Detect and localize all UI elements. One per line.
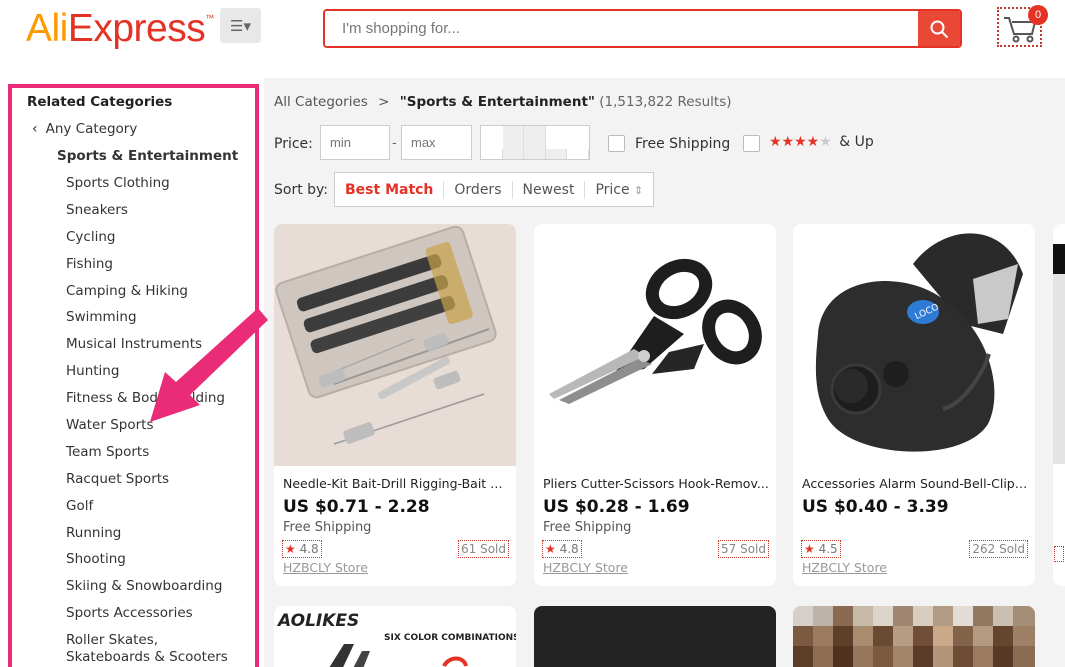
sidebar-item-hunting[interactable]: Hunting	[66, 363, 256, 390]
price-dash: -	[392, 136, 397, 151]
product-shipping: Free Shipping	[283, 520, 372, 535]
product-card-partial[interactable]	[1053, 224, 1065, 586]
sidebar-item-musical-instruments[interactable]: Musical Instruments	[66, 336, 256, 363]
product-title[interactable]: Needle-Kit Bait-Drill Rigging-Bait St...	[283, 476, 509, 491]
free-shipping-checkbox[interactable]	[608, 135, 625, 152]
search-icon	[930, 20, 948, 38]
product-rating: ★ 4.8	[542, 540, 582, 558]
star-icon: ★	[285, 542, 296, 556]
product-card-row2[interactable]	[534, 606, 776, 667]
product-image[interactable]: AOLIKES SIX COLOR COMBINATIONS	[274, 606, 516, 667]
sidebar-item-roller-skates[interactable]: Roller Skates, Skateboards & Scooters	[66, 632, 236, 665]
price-histogram[interactable]	[480, 125, 590, 160]
current-category[interactable]: Sports & Entertainment	[57, 148, 238, 164]
product-title[interactable]: Accessories Alarm Sound-Bell-Clip ...	[802, 476, 1028, 491]
product-rating-value: 4.8	[559, 542, 579, 556]
product-card-row2[interactable]: AOLIKES SIX COLOR COMBINATIONS	[274, 606, 516, 667]
sidebar-item-golf[interactable]: Golf	[66, 498, 256, 525]
sidebar-item-water-sports[interactable]: Water Sports	[66, 417, 256, 444]
product-image[interactable]	[274, 224, 516, 466]
breadcrumb-separator: >	[378, 94, 390, 110]
sidebar-item-running[interactable]: Running	[66, 525, 256, 552]
sidebar-item-sneakers[interactable]: Sneakers	[66, 202, 256, 229]
sidebar-item-fishing[interactable]: Fishing	[66, 256, 256, 283]
product-card[interactable]: LOCO Accessories Alarm Sound-Bell-Clip .…	[793, 224, 1035, 586]
menu-button[interactable]: ☰▾	[220, 8, 261, 43]
product-card[interactable]: Pliers Cutter-Scissors Hook-Remov... US …	[534, 224, 776, 586]
rating-suffix: & Up	[839, 134, 874, 150]
rating-stars-on: ★★★★	[769, 134, 820, 150]
search-input[interactable]	[325, 11, 918, 46]
rating-filter: ★★★★★ & Up	[769, 134, 874, 150]
logo-tm: ™	[205, 13, 214, 23]
sort-orders[interactable]: Orders	[444, 180, 513, 199]
breadcrumb: All Categories > "Sports & Entertainment…	[274, 94, 732, 110]
product-store-link[interactable]: HZBCLY Store	[802, 560, 887, 575]
sort-price-label: Price	[595, 181, 630, 198]
search-bar	[323, 9, 962, 48]
logo-express: Express	[67, 7, 206, 50]
sort-label: Sort by:	[274, 182, 329, 198]
product-price: US $0.40 - 3.39	[802, 497, 949, 517]
sidebar-item-sports-clothing[interactable]: Sports Clothing	[66, 175, 256, 202]
sort-bar: Best Match Orders Newest Price ⇕	[334, 172, 655, 207]
sidebar-item-fitness[interactable]: Fitness & Body Building	[66, 390, 256, 417]
product-image[interactable]: LOCO	[793, 224, 1035, 466]
free-shipping-label: Free Shipping	[635, 136, 731, 152]
product-sold: 61 Sold	[458, 540, 509, 558]
product-rating-value: 4.8	[299, 542, 319, 556]
price-max-input[interactable]	[401, 125, 472, 160]
star-icon: ★	[545, 542, 556, 556]
aliexpress-logo[interactable]: AliExpress™	[26, 7, 214, 51]
product-image-pixelated[interactable]	[793, 606, 1035, 667]
breadcrumb-root[interactable]: All Categories	[274, 94, 368, 110]
product-card-row2[interactable]	[793, 606, 1035, 667]
sidebar-item-skiing[interactable]: Skiing & Snowboarding	[66, 578, 256, 605]
sidebar-item-sports-accessories[interactable]: Sports Accessories	[66, 605, 256, 632]
product-store-link[interactable]: HZBCLY Store	[543, 560, 628, 575]
product-price: US $0.28 - 1.69	[543, 497, 690, 517]
product-rating: ★ 4.5	[801, 540, 841, 558]
brand-text: AOLIKES	[276, 611, 359, 631]
product-card[interactable]: Needle-Kit Bait-Drill Rigging-Bait St...…	[274, 224, 516, 586]
sidebar-item-camping-hiking[interactable]: Camping & Hiking	[66, 283, 256, 310]
sidebar-item-cycling[interactable]: Cycling	[66, 229, 256, 256]
product-store-link[interactable]: HZBCLY Store	[283, 560, 368, 575]
sort-best-match[interactable]: Best Match	[335, 180, 445, 199]
product-image[interactable]	[534, 224, 776, 466]
sort-arrows-icon: ⇕	[634, 183, 644, 197]
promo-text: SIX COLOR COMBINATIONS	[384, 633, 516, 643]
sidebar-item-shooting[interactable]: Shooting	[66, 551, 256, 578]
search-button[interactable]	[918, 11, 960, 46]
product-title[interactable]: Pliers Cutter-Scissors Hook-Remov...	[543, 476, 769, 491]
price-label: Price:	[274, 136, 313, 152]
logo-ali: Ali	[26, 7, 68, 50]
product-rating: ★ 4.8	[282, 540, 322, 558]
rating-stars-off: ★	[819, 134, 832, 150]
any-category-link[interactable]: ‹ Any Category	[32, 121, 137, 137]
product-rating-value: 4.5	[818, 542, 838, 556]
star-icon: ★	[804, 542, 815, 556]
sort-newest[interactable]: Newest	[513, 180, 586, 199]
product-sold: 262 Sold	[969, 540, 1028, 558]
chevron-left-icon: ‹	[32, 121, 38, 137]
sidebar-item-racquet-sports[interactable]: Racquet Sports	[66, 471, 256, 498]
any-category-label: Any Category	[45, 121, 138, 137]
product-shipping: Free Shipping	[543, 520, 632, 535]
menu-icon: ☰▾	[230, 16, 251, 35]
sidebar-title: Related Categories	[27, 94, 173, 110]
sort-price[interactable]: Price ⇕	[585, 181, 653, 199]
cart-count-badge: 0	[1028, 5, 1048, 25]
product-sold: 57 Sold	[718, 540, 769, 558]
product-price: US $0.71 - 2.28	[283, 497, 430, 517]
breadcrumb-current: "Sports & Entertainment"	[399, 94, 595, 110]
results-count: (1,513,822 Results)	[599, 94, 732, 110]
category-list: Sports Clothing Sneakers Cycling Fishing…	[66, 175, 256, 665]
sidebar-item-team-sports[interactable]: Team Sports	[66, 444, 256, 471]
sidebar-item-swimming[interactable]: Swimming	[66, 309, 256, 336]
price-min-input[interactable]	[320, 125, 390, 160]
rating-filter-checkbox[interactable]	[743, 135, 760, 152]
